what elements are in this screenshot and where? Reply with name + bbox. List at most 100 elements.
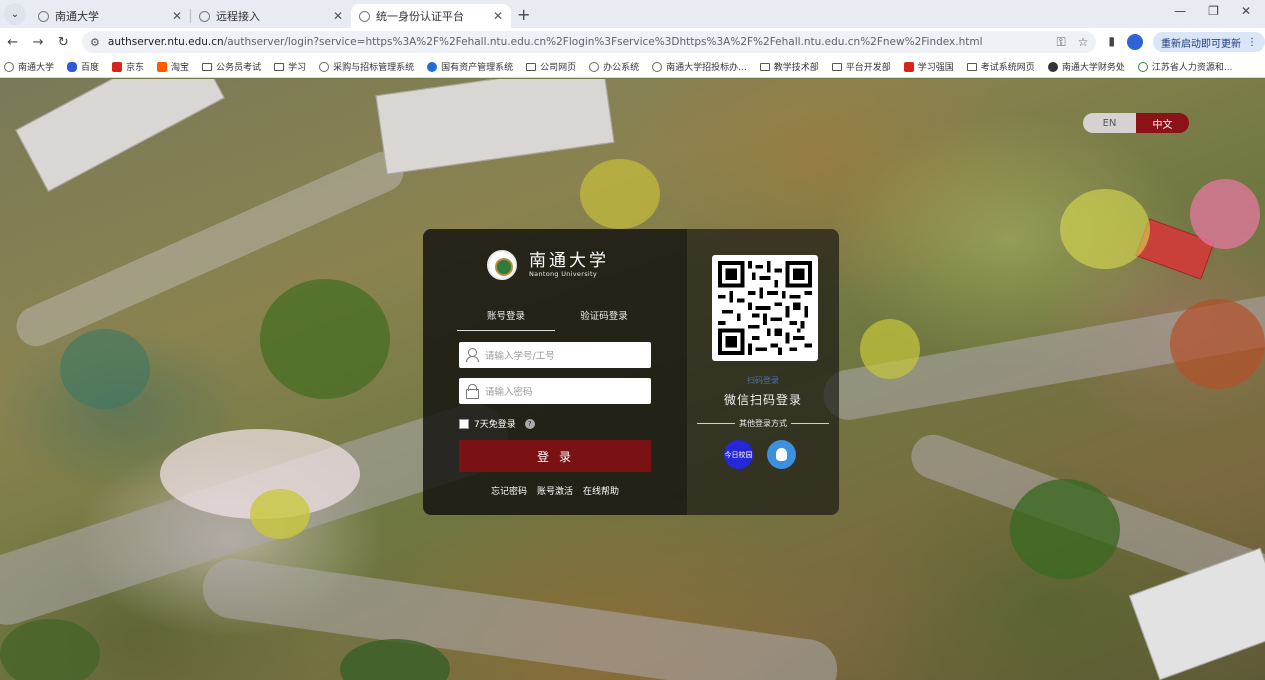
remember-checkbox[interactable] bbox=[459, 418, 469, 429]
folder-icon bbox=[966, 62, 977, 71]
wechat-qr-code[interactable] bbox=[712, 255, 818, 361]
bookmark-item[interactable]: 考试系统网页 bbox=[966, 60, 1035, 73]
bookmark-label: 公司网页 bbox=[540, 63, 577, 73]
qr-login-panel: 扫码登录 微信扫码登录 其他登录方式 今日校园 bbox=[687, 229, 839, 515]
username-field[interactable]: 请输入学号/工号 bbox=[459, 342, 651, 368]
url-host: authserver.ntu.edu.cn bbox=[107, 36, 224, 48]
bookmark-item[interactable]: 平台开发部 bbox=[831, 60, 891, 73]
lang-zh-button[interactable]: 中文 bbox=[1136, 113, 1189, 133]
qr-login-tip: 扫码登录 bbox=[747, 376, 779, 385]
bookmark-item[interactable]: 学习 bbox=[274, 60, 306, 73]
update-button[interactable]: 重新启动即可更新 ⋮ bbox=[1152, 32, 1265, 52]
qq-icon bbox=[776, 448, 787, 461]
reload-icon[interactable]: ↻ bbox=[51, 35, 76, 50]
password-field[interactable]: 请输入密码 bbox=[459, 378, 651, 404]
bookmark-label: 采购与招标管理系统 bbox=[333, 63, 415, 73]
user-icon bbox=[465, 348, 479, 362]
tree bbox=[1170, 299, 1265, 389]
back-icon[interactable]: ← bbox=[0, 35, 25, 50]
star-icon[interactable]: ☆ bbox=[1078, 35, 1089, 50]
profile-avatar[interactable] bbox=[1126, 34, 1143, 50]
close-icon[interactable]: ✕ bbox=[172, 9, 182, 23]
bookmarks-bar: 南通大学 百度 京东 淘宝 公务员考试 学习 采购与招标管理系统 国有资产管理系… bbox=[0, 56, 1265, 78]
university-seal-icon bbox=[487, 250, 517, 280]
building bbox=[375, 79, 615, 175]
bookmark-item[interactable]: 南通大学招投标办... bbox=[652, 60, 747, 73]
jinri-campus-login-button[interactable]: 今日校园 bbox=[724, 440, 753, 469]
folder-icon bbox=[274, 62, 285, 71]
minimize-icon[interactable]: — bbox=[1174, 4, 1186, 18]
bookmark-item[interactable]: 南通大学财务处 bbox=[1047, 60, 1125, 73]
online-help-link[interactable]: 在线帮助 bbox=[583, 484, 619, 497]
divider bbox=[791, 423, 829, 424]
tree bbox=[260, 279, 390, 399]
bookmark-label: 学习 bbox=[288, 63, 307, 73]
bookmark-label: 国有资产管理系统 bbox=[441, 63, 514, 73]
globe-icon bbox=[427, 61, 438, 72]
qq-login-button[interactable] bbox=[767, 440, 796, 469]
globe-icon bbox=[1137, 61, 1148, 72]
folder-icon bbox=[526, 62, 537, 71]
browser-tab[interactable]: 南通大学 ✕ bbox=[30, 4, 190, 28]
url-path: /authserver/login?service=https%3A%2F%2F… bbox=[223, 36, 983, 48]
bookmark-item[interactable]: 百度 bbox=[67, 60, 99, 73]
other-methods-label: 其他登录方式 bbox=[739, 419, 787, 428]
divider bbox=[697, 423, 735, 424]
forgot-password-link[interactable]: 忘记密码 bbox=[491, 484, 527, 497]
browser-toolbar: ← → ↻ ⚙ authserver.ntu.edu.cn/authserver… bbox=[0, 28, 1265, 56]
folder-icon bbox=[202, 62, 213, 71]
help-icon[interactable]: ? bbox=[524, 418, 535, 429]
other-login-methods: 其他登录方式 bbox=[697, 418, 829, 429]
bookmark-item[interactable]: 公务员考试 bbox=[202, 60, 261, 73]
close-icon[interactable]: ✕ bbox=[493, 9, 503, 23]
bookmark-item[interactable]: 学习强国 bbox=[903, 60, 954, 73]
activate-account-link[interactable]: 账号激活 bbox=[537, 484, 573, 497]
tab-title: 统一身份认证平台 bbox=[376, 10, 464, 23]
bookmark-item[interactable]: 国有资产管理系统 bbox=[427, 60, 513, 73]
qr-code-image bbox=[718, 261, 812, 355]
bookmark-item[interactable]: 南通大学 bbox=[4, 60, 54, 73]
globe-icon bbox=[199, 10, 210, 22]
url-text[interactable]: authserver.ntu.edu.cn/authserver/login?s… bbox=[108, 36, 1057, 48]
login-form-panel: 南通大学 Nantong University 账号登录 验证码登录 请输入学号… bbox=[423, 229, 687, 515]
close-window-icon[interactable]: ✕ bbox=[1241, 4, 1251, 18]
lock-icon bbox=[465, 384, 479, 399]
browser-tab[interactable]: 远程接入 ✕ bbox=[191, 4, 351, 28]
site-info-icon[interactable]: ⚙ bbox=[90, 36, 100, 49]
bookmark-label: 平台开发部 bbox=[845, 63, 891, 73]
address-bar[interactable]: ⚙ authserver.ntu.edu.cn/authserver/login… bbox=[82, 31, 1097, 53]
new-tab-icon[interactable]: + bbox=[517, 5, 530, 24]
bookmark-item[interactable]: 京东 bbox=[112, 60, 144, 73]
tab-account-login[interactable]: 账号登录 bbox=[457, 308, 555, 331]
tree bbox=[0, 619, 100, 680]
language-switch: EN 中文 bbox=[1083, 113, 1189, 133]
bookmark-item[interactable]: 教学技术部 bbox=[759, 60, 819, 73]
tab-title: 远程接入 bbox=[216, 10, 260, 23]
bookmark-label: 办公系统 bbox=[603, 63, 640, 73]
key-icon[interactable]: ⚿ bbox=[1056, 35, 1065, 50]
lang-en-button[interactable]: EN bbox=[1083, 113, 1136, 133]
bookmark-label: 南通大学 bbox=[18, 63, 55, 73]
browser-tab-active[interactable]: 统一身份认证平台 ✕ bbox=[351, 4, 511, 28]
globe-icon bbox=[4, 61, 14, 72]
globe-icon bbox=[1047, 61, 1058, 72]
login-button[interactable]: 登录 bbox=[459, 440, 651, 472]
close-icon[interactable]: ✕ bbox=[333, 9, 343, 23]
tree bbox=[1190, 179, 1260, 249]
globe-icon bbox=[589, 61, 600, 72]
tab-search-icon[interactable]: ⌄ bbox=[4, 3, 26, 25]
browser-tabbar: ⌄ 南通大学 ✕ 远程接入 ✕ 统一身份认证平台 ✕ + — ❐ ✕ bbox=[0, 0, 1265, 28]
bookmark-item[interactable]: 江苏省人力资源和... bbox=[1137, 60, 1232, 73]
login-tabs: 账号登录 验证码登录 bbox=[457, 308, 653, 331]
restore-icon[interactable]: ❐ bbox=[1208, 4, 1219, 18]
bookmark-item[interactable]: 采购与招标管理系统 bbox=[319, 60, 414, 73]
tab-code-login[interactable]: 验证码登录 bbox=[555, 308, 653, 331]
more-icon[interactable]: ⋮ bbox=[1247, 37, 1257, 48]
sidepanel-icon[interactable]: ▮ bbox=[1108, 34, 1115, 50]
bookmark-item[interactable]: 办公系统 bbox=[589, 60, 639, 73]
bookmark-item[interactable]: 淘宝 bbox=[157, 60, 189, 73]
update-label: 重新启动即可更新 bbox=[1160, 38, 1241, 50]
tree bbox=[60, 329, 150, 409]
bookmark-item[interactable]: 公司网页 bbox=[526, 60, 576, 73]
forward-icon[interactable]: → bbox=[25, 35, 50, 50]
